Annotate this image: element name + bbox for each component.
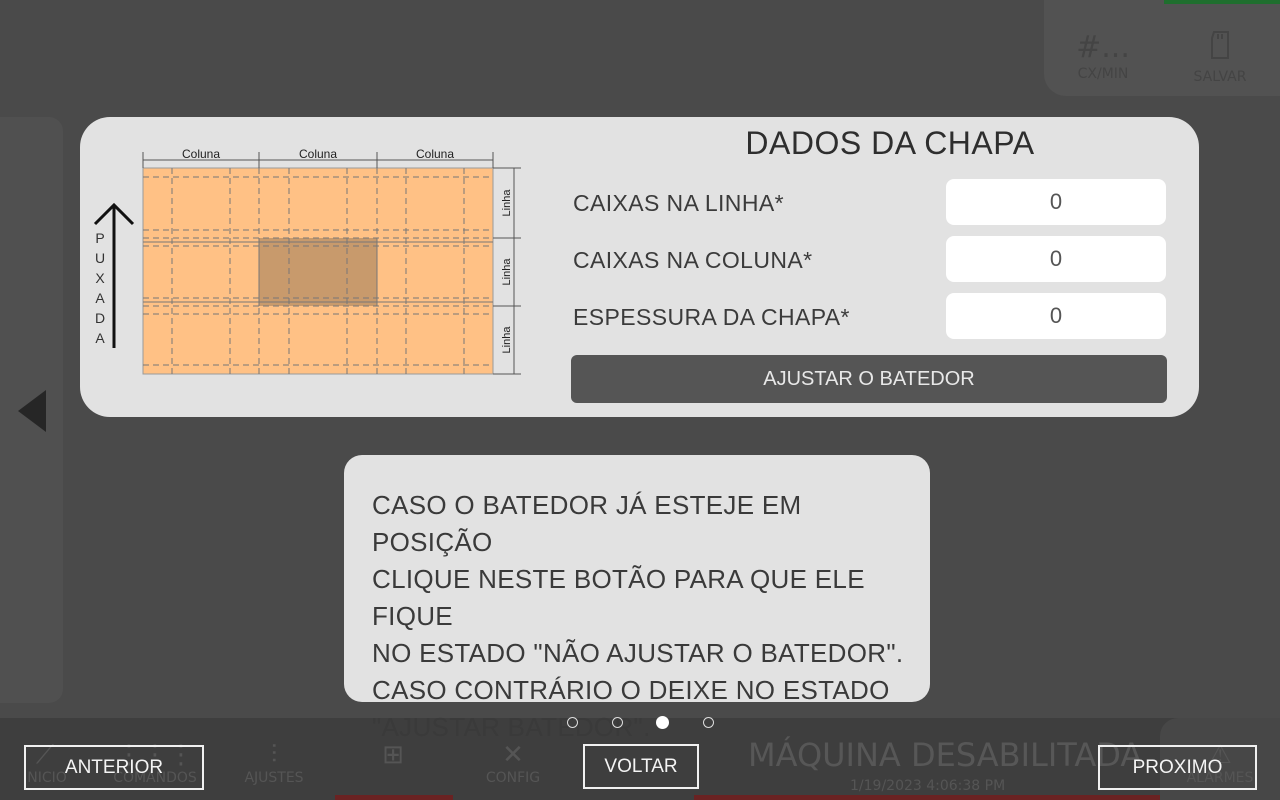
svg-text:D: D	[95, 310, 105, 326]
datetime-bg: 1/19/2023 4:06:38 PM	[850, 778, 1006, 794]
help-line: CLIQUE NESTE BOTÃO PARA QUE ELE FIQUE	[372, 564, 865, 631]
sheet-thickness-input[interactable]	[946, 293, 1166, 339]
boxes-per-minute-value: #...	[1076, 30, 1130, 65]
pager-dot-3-active[interactable]	[656, 716, 669, 729]
pull-direction-label: P U X A D A	[95, 230, 105, 346]
svg-text:U: U	[95, 250, 105, 266]
help-text: CASO O BATEDOR JÁ ESTEJE EM POSIÇÃO CLIQ…	[372, 487, 920, 746]
help-line: NO ESTADO "NÃO AJUSTAR O BATEDOR".	[372, 638, 904, 668]
nav-adjust-label: AJUSTES	[244, 770, 304, 786]
highlighted-box	[259, 238, 377, 306]
help-tooltip: CASO O BATEDOR JÁ ESTEJE EM POSIÇÃO CLIQ…	[344, 455, 930, 742]
sd-card-icon	[1175, 30, 1265, 69]
nav-adjust-bg: ⫶ AJUSTES	[219, 740, 329, 786]
help-line: CASO CONTRÁRIO O DEIXE NO ESTADO	[372, 675, 890, 705]
row-label: Linha	[501, 326, 513, 354]
row-label: Linha	[501, 258, 513, 286]
boxes-per-minute-label: CX/MIN	[1077, 66, 1129, 82]
nav-config-bg: ✕ CONFIG	[458, 740, 568, 786]
help-line: CASO O BATEDOR JÁ ESTEJE EM POSIÇÃO	[372, 490, 802, 557]
back-button[interactable]: VOLTAR	[583, 744, 699, 789]
pager-dot-1[interactable]	[567, 717, 578, 728]
pager-dot-4[interactable]	[703, 717, 714, 728]
nav-config-label: CONFIG	[485, 770, 541, 786]
svg-text:A: A	[95, 290, 105, 306]
boxes-per-column-label: CAIXAS NA COLUNA*	[573, 247, 813, 273]
row-label: Linha	[501, 189, 513, 217]
sliders-icon: ⫶	[270, 740, 278, 770]
pager-dot-2[interactable]	[612, 717, 623, 728]
previous-page-arrow-icon	[18, 390, 46, 432]
sheet-thickness-label: ESPESSURA DA CHAPA*	[573, 304, 850, 330]
boxes-per-column-input[interactable]	[946, 236, 1166, 282]
save-label: SALVAR	[1193, 69, 1247, 85]
boxes-per-minute-display: #... CX/MIN	[1058, 30, 1148, 82]
svg-text:P: P	[95, 230, 104, 246]
column-label: Coluna	[416, 147, 454, 161]
adjust-beater-button[interactable]: AJUSTAR O BATEDOR	[571, 355, 1167, 403]
help-line: "AJUSTAR BATEDOR".	[372, 712, 651, 742]
boxes-per-row-label: CAIXAS NA LINHA*	[573, 190, 784, 216]
boxes-per-row-input[interactable]	[946, 179, 1166, 225]
svg-text:A: A	[95, 330, 105, 346]
status-indicator-bar	[1164, 0, 1280, 4]
sheet-data-card: Coluna Coluna Coluna Linha Linha Linha P…	[80, 117, 1199, 417]
nav-active-underline	[335, 795, 453, 800]
column-label: Coluna	[299, 147, 337, 161]
panel-title: DADOS DA CHAPA	[745, 125, 1035, 161]
status-underline	[694, 795, 1160, 800]
column-label: Coluna	[182, 147, 220, 161]
next-button[interactable]: PROXIMO	[1098, 745, 1257, 790]
previous-button[interactable]: ANTERIOR	[24, 745, 204, 790]
svg-text:X: X	[95, 270, 105, 286]
sheet-layout-diagram: Coluna Coluna Coluna Linha Linha Linha P…	[93, 147, 521, 375]
save-button-bg: SALVAR	[1175, 30, 1265, 85]
